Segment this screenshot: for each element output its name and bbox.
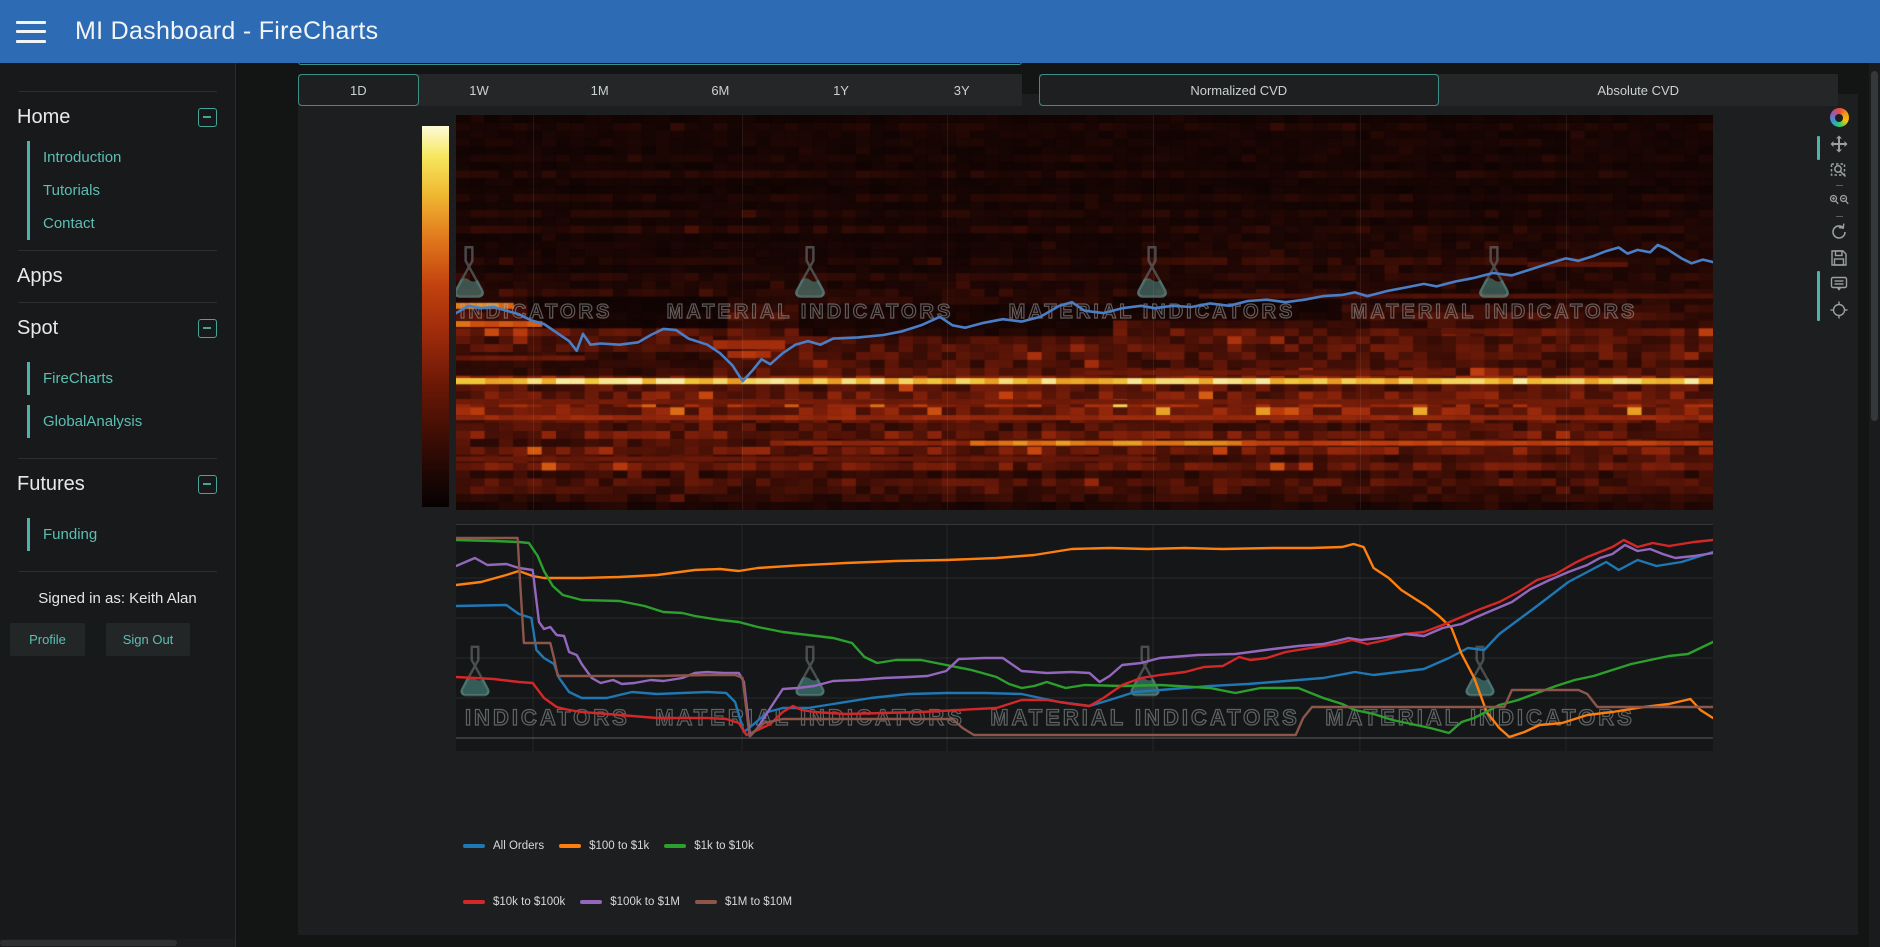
collapse-icon[interactable] bbox=[198, 475, 217, 494]
zoom-in-out-icon[interactable] bbox=[1827, 189, 1851, 213]
collapse-icon[interactable] bbox=[198, 108, 217, 127]
signed-in-status: Signed in as: Keith Alan bbox=[0, 590, 235, 607]
spike-lines-icon[interactable] bbox=[1827, 298, 1851, 322]
sidebar: Home IntroductionTutorialsContact Apps Spot… bbox=[0, 63, 236, 947]
sidebar-section-label: Apps bbox=[17, 265, 63, 288]
normalized-cvd-chart[interactable]: MATERIAL INDICATORSMATERIAL INDICATORSMA… bbox=[456, 524, 1713, 751]
cvd-series--100k-to-1m bbox=[456, 545, 1713, 736]
cvd-mode-normalized-cvd[interactable]: Normalized CVD bbox=[1039, 74, 1439, 106]
plotly-logo-icon[interactable] bbox=[1830, 108, 1849, 127]
cvd-series--100-to-1k bbox=[456, 544, 1713, 737]
cvd-mode-group: Normalized CVDAbsolute CVD bbox=[1039, 74, 1838, 106]
plotly-modebar bbox=[1824, 108, 1854, 323]
legend-swatch bbox=[559, 844, 581, 848]
sidebar-item-globalanalysis[interactable]: GlobalAnalysis bbox=[27, 405, 235, 438]
sign-out-button[interactable]: Sign Out bbox=[106, 623, 190, 656]
time-range-1y[interactable]: 1Y bbox=[781, 74, 902, 106]
sidebar-item-introduction[interactable]: Introduction bbox=[27, 141, 235, 174]
profile-button[interactable]: Profile bbox=[10, 623, 85, 656]
sidebar-section-label: Spot bbox=[17, 317, 58, 340]
sidebar-section-label: Futures bbox=[17, 473, 85, 496]
legend-swatch bbox=[463, 844, 485, 848]
sidebar-item-firecharts[interactable]: FireCharts bbox=[27, 362, 235, 395]
pan-icon[interactable] bbox=[1827, 132, 1851, 156]
page-title: MI Dashboard - FireCharts bbox=[75, 17, 378, 46]
time-range-1w[interactable]: 1W bbox=[419, 74, 540, 106]
legend-swatch bbox=[580, 900, 602, 904]
legend-item--10k-to-100k[interactable]: $10k to $100k bbox=[463, 896, 565, 908]
hamburger-menu-icon[interactable] bbox=[16, 21, 46, 43]
legend-item-all-orders[interactable]: All Orders bbox=[463, 840, 544, 852]
app-header: MI Dashboard - FireCharts bbox=[0, 0, 1880, 63]
reset-axes-icon[interactable] bbox=[1827, 220, 1851, 244]
sidebar-item-contact[interactable]: Contact bbox=[27, 207, 235, 240]
time-range-1m[interactable]: 1M bbox=[539, 74, 660, 106]
legend-label: $100 to $1k bbox=[589, 840, 649, 852]
sidebar-group-spot: FireCharts GlobalAnalysis bbox=[0, 362, 235, 458]
price-line bbox=[456, 115, 1713, 510]
legend-label: $100k to $1M bbox=[610, 896, 680, 908]
legend-swatch bbox=[463, 900, 485, 904]
legend-swatch bbox=[695, 900, 717, 904]
sidebar-section-label: Home bbox=[17, 106, 70, 129]
legend-label: $1k to $10k bbox=[694, 840, 753, 852]
hover-labels-icon[interactable] bbox=[1827, 272, 1851, 296]
box-zoom-icon[interactable] bbox=[1827, 158, 1851, 182]
sidebar-nav: Home IntroductionTutorialsContact Apps Spot… bbox=[0, 91, 235, 571]
legend-row: All Orders $100 to $1k $1k to $10k bbox=[463, 840, 792, 852]
modebar-active-indicator bbox=[1817, 136, 1820, 160]
time-range-1d[interactable]: 1D bbox=[298, 74, 419, 106]
vertical-scrollbar[interactable] bbox=[1869, 63, 1880, 947]
legend-row: $10k to $100k $100k to $1M $1M to $10M bbox=[463, 896, 792, 908]
sidebar-item-tutorials[interactable]: Tutorials bbox=[27, 174, 235, 207]
legend-label: $1M to $10M bbox=[725, 896, 792, 908]
time-range-group: 1D1W1M6M1Y3Y bbox=[298, 74, 1022, 106]
legend-swatch bbox=[664, 844, 686, 848]
sidebar-group-futures: Funding bbox=[0, 518, 235, 571]
cvd-mode-absolute-cvd[interactable]: Absolute CVD bbox=[1439, 74, 1839, 106]
volume-colorbar bbox=[422, 126, 449, 507]
legend-label: All Orders bbox=[493, 840, 544, 852]
sidebar-section-spot: Spot bbox=[0, 303, 235, 352]
modebar-active-indicator-2 bbox=[1817, 271, 1820, 321]
legend-item--1k-to-10k[interactable]: $1k to $10k bbox=[664, 840, 753, 852]
sidebar-item-funding[interactable]: Funding bbox=[27, 518, 235, 551]
collapse-icon[interactable] bbox=[198, 319, 217, 338]
sidebar-group-home: IntroductionTutorialsContact bbox=[0, 141, 235, 250]
legend-label: $10k to $100k bbox=[493, 896, 565, 908]
cvd-series--1k-to-10k bbox=[456, 540, 1713, 733]
legend-item--100k-to-1m[interactable]: $100k to $1M bbox=[580, 896, 680, 908]
horizontal-scrollbar[interactable] bbox=[0, 939, 235, 947]
sidebar-section-home: Home bbox=[0, 92, 235, 141]
cvd-series--10k-to-100k bbox=[456, 540, 1713, 735]
cvd-lines bbox=[456, 525, 1713, 751]
save-snapshot-icon[interactable] bbox=[1827, 246, 1851, 270]
sidebar-section-apps: Apps bbox=[0, 251, 235, 300]
legend-item--1m-to-10m[interactable]: $1M to $10M bbox=[695, 896, 792, 908]
app-root: MI Dashboard - FireCharts Home Introducti… bbox=[0, 0, 1880, 947]
price-volume-heatmap[interactable]: MATERIAL INDICATORSMATERIAL INDICATORSMA… bbox=[456, 115, 1713, 510]
legend-item--100-to-1k[interactable]: $100 to $1k bbox=[559, 840, 649, 852]
time-range-3y[interactable]: 3Y bbox=[901, 74, 1022, 106]
time-range-6m[interactable]: 6M bbox=[660, 74, 781, 106]
sidebar-section-futures: Futures bbox=[0, 459, 235, 508]
chart-legend: All Orders $100 to $1k $1k to $10k $10k to … bbox=[463, 840, 792, 947]
